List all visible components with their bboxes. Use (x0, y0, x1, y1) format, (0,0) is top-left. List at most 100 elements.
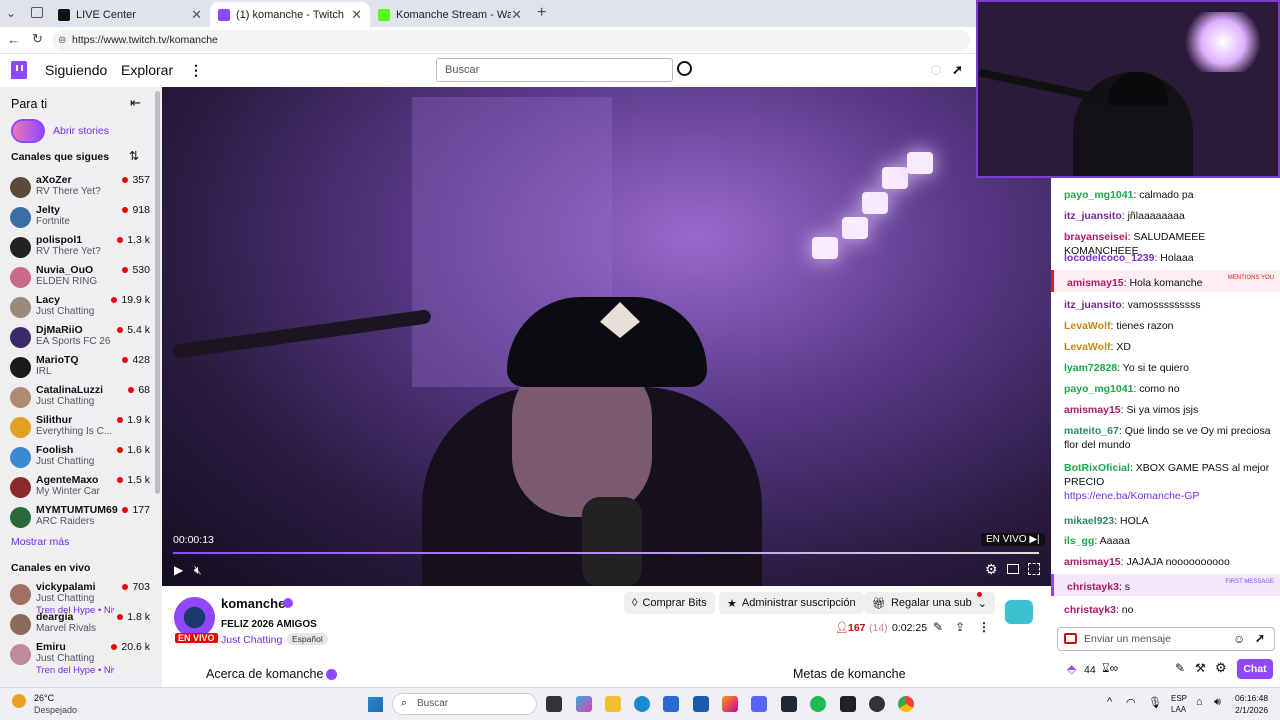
edge-icon[interactable] (634, 696, 650, 712)
workspaces-icon[interactable] (31, 7, 43, 18)
weather-temp[interactable]: 26°C (34, 693, 54, 703)
discord-icon[interactable] (751, 696, 767, 712)
wifi-icon[interactable]: ◠ (1126, 696, 1136, 709)
chat-username[interactable]: mateito_67 (1064, 425, 1119, 437)
chat-username[interactable]: amismay15 (1064, 404, 1121, 416)
pen-icon[interactable]: ✎ (1175, 661, 1185, 675)
steam-icon[interactable] (781, 696, 797, 712)
followed-channel[interactable]: aXoZer RV There Yet? 357 (0, 173, 150, 203)
collapse-sidebar-icon[interactable]: ⇤ (130, 95, 141, 111)
emote-icon[interactable]: ☺ (1233, 632, 1245, 646)
tab-live-center[interactable]: LIVE Center ✕ (50, 2, 210, 27)
site-info-icon[interactable]: ⊜ (58, 30, 66, 51)
chat-username[interactable]: ils_gg (1064, 535, 1094, 547)
copilot-icon[interactable] (576, 696, 592, 712)
tab-list-icon[interactable]: ⌄ (6, 6, 16, 20)
chat-username[interactable]: christayk3 (1067, 581, 1119, 593)
twitch-logo-icon[interactable] (11, 61, 27, 79)
obs-icon[interactable] (869, 696, 885, 712)
theater-mode-icon[interactable] (1007, 564, 1019, 574)
manage-sub-button[interactable]: ★ Administrar suscripción (719, 592, 864, 614)
chat-username[interactable]: LevaWolf (1064, 341, 1110, 353)
followed-channel[interactable]: DjMaRiiO EA Sports FC 26 5.4 k (0, 323, 150, 353)
followed-channel[interactable]: Jelty Fortnite 918 (0, 203, 150, 233)
channel-badge-icon[interactable] (1005, 600, 1033, 624)
show-more-link[interactable]: Mostrar más (11, 536, 69, 548)
nav-browse[interactable]: Explorar (121, 62, 173, 78)
chat-username[interactable]: lyam72828 (1064, 362, 1117, 374)
clip-icon[interactable]: ⌛︎∞ (1102, 661, 1118, 676)
fullscreen-icon[interactable] (1028, 563, 1040, 575)
network-icon[interactable]: ⌂ (1196, 696, 1203, 708)
weather-desc[interactable]: Despejado (34, 705, 77, 715)
chat-send-button[interactable]: Chat (1237, 659, 1273, 679)
language-tag[interactable]: Español (287, 633, 328, 645)
channel-avatar[interactable] (174, 597, 215, 638)
spotify-icon[interactable] (810, 696, 826, 712)
outlook-icon[interactable] (693, 696, 709, 712)
tray-chevron-icon[interactable]: ^ (1107, 696, 1112, 708)
chat-username[interactable]: brayanseisei (1064, 231, 1128, 243)
close-tab-icon[interactable]: ✕ (351, 7, 362, 23)
translate-icon[interactable]: ➚ (952, 62, 963, 78)
followed-channel[interactable]: Lacy Just Chatting 19.9 k (0, 293, 150, 323)
chat-username[interactable]: amismay15 (1064, 556, 1121, 568)
back-icon[interactable]: ← (7, 32, 20, 47)
chat-username[interactable]: itz_juansito (1064, 210, 1122, 222)
new-tab-icon[interactable]: + (537, 4, 546, 22)
gift-sub-button[interactable]: 🎁︎ Regalar una sub ⌄ (864, 592, 995, 614)
clock-time[interactable]: 06:16:48 (1235, 693, 1268, 703)
settings-icon[interactable]: ⚙ (985, 561, 998, 578)
mic-icon[interactable]: 🎙︎ (1148, 696, 1162, 709)
close-tab-icon[interactable]: ✕ (191, 7, 202, 23)
tab-kick[interactable]: Komanche Stream - Watch Live on ✕ (370, 2, 530, 27)
followed-channel[interactable]: CatalinaLuzzi Just Chatting 68 (0, 383, 150, 413)
reload-icon[interactable]: ↻ (32, 31, 43, 47)
store-icon[interactable] (663, 696, 679, 712)
chat-username[interactable]: amismay15 (1067, 277, 1124, 289)
taskbar-search[interactable]: ⌕ Buscar (392, 693, 537, 715)
chrome-icon[interactable] (898, 696, 914, 712)
mute-icon[interactable]: 🔇︎ (194, 563, 202, 578)
followed-channel[interactable]: polispol1 RV There Yet? 1.3 k (0, 233, 150, 263)
followed-channel[interactable]: MYMTUMTUM69 ARC Raiders 177 (0, 503, 150, 533)
edit-icon[interactable]: ✎ (933, 620, 943, 634)
video-progress[interactable] (173, 552, 1039, 554)
followed-channel[interactable]: Foolish Just Chatting 1.6 k (0, 443, 150, 473)
nav-following[interactable]: Siguiendo (45, 62, 107, 78)
channel-name[interactable]: komanche (221, 596, 285, 611)
live-channel[interactable]: vickypalami Just Chatting Tren del Hype … (0, 580, 150, 616)
chat-username[interactable]: itz_juansito (1064, 299, 1122, 311)
search-input[interactable]: Buscar (436, 58, 673, 82)
start-icon[interactable] (368, 697, 383, 712)
live-channel[interactable]: deargia Marvel Rivals 1.8 k (0, 610, 150, 640)
terminal-icon[interactable] (840, 696, 856, 712)
clock-date[interactable]: 2/1/2026 (1235, 705, 1268, 715)
more-icon[interactable]: ⋮ (978, 620, 990, 634)
followed-channel[interactable]: Silithur Everything Is C... 1.9 k (0, 413, 150, 443)
category-link[interactable]: Just Chatting (221, 634, 282, 646)
channel-points-icon[interactable]: ⬘ (1067, 662, 1076, 676)
tools-icon[interactable]: ⚒ (1195, 661, 1206, 675)
chat-username[interactable]: mikael923 (1064, 515, 1114, 527)
translate-icon[interactable]: ➚ (1255, 631, 1265, 645)
search-icon[interactable] (677, 61, 692, 76)
task-view-icon[interactable] (546, 696, 562, 712)
followed-channel[interactable]: Nuvia_OuO ELDEN RING 530 (0, 263, 150, 293)
file-explorer-icon[interactable] (605, 696, 621, 712)
chat-username[interactable]: payo_mg1041 (1064, 189, 1133, 201)
chat-settings-icon[interactable]: ⚙ (1215, 660, 1227, 676)
chat-input[interactable]: Enviar un mensaje ☺ ➚ (1057, 627, 1275, 651)
tab-twitch[interactable]: (1) komanche - Twitch ✕ (210, 2, 370, 27)
open-stories-link[interactable]: Abrir stories (53, 125, 109, 137)
volume-icon[interactable]: 🔊︎ (1214, 696, 1221, 709)
chat-username[interactable]: christayk3 (1064, 604, 1116, 616)
chat-username[interactable]: BotRixOficial (1064, 462, 1130, 474)
message-link[interactable]: https://ene.ba/Komanche-GP (1064, 490, 1199, 502)
input-lang-1[interactable]: ESP (1171, 694, 1187, 703)
live-channel[interactable]: Emiru Just Chatting Tren del Hype • Niv.… (0, 640, 150, 676)
followed-channel[interactable]: MarioTQ IRL 428 (0, 353, 150, 383)
instagram-icon[interactable] (722, 696, 738, 712)
share-icon[interactable]: ⇪ (955, 620, 965, 634)
input-lang-2[interactable]: LAA (1171, 705, 1186, 714)
